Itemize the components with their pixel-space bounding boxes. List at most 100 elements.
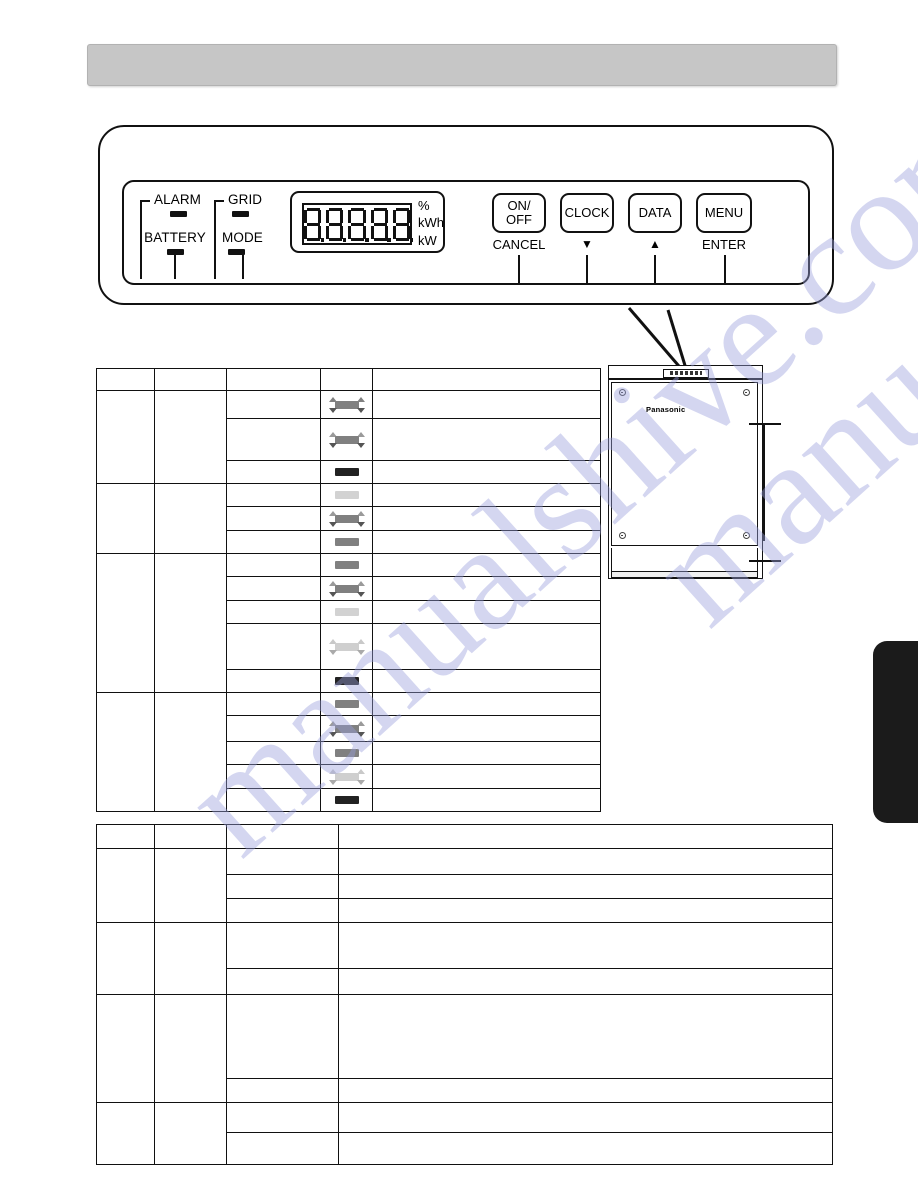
- device-top-cover: [608, 365, 763, 379]
- data-button-label: DATA: [638, 205, 672, 221]
- led-indicator-group: ALARM BATTERY GRID MODE: [138, 192, 278, 279]
- table-cell-condition: [226, 788, 321, 812]
- message-table-body: [96, 824, 833, 1165]
- table-cell-description: [372, 553, 601, 577]
- onoff-leader-vertical: [518, 255, 520, 283]
- table-cell-led-state: [320, 692, 373, 716]
- clock-button[interactable]: CLOCK: [560, 193, 614, 233]
- data-button[interactable]: DATA: [628, 193, 682, 233]
- indicator-battery: BATTERY: [138, 231, 212, 255]
- table-cell-category: [96, 692, 155, 812]
- table-cell-category: [96, 922, 155, 995]
- device-control-panel-strip: [663, 368, 709, 378]
- table-header-cell: [96, 368, 155, 391]
- table-cell-description: [372, 460, 601, 484]
- table-cell-description: [372, 764, 601, 789]
- device-brand-label: Panasonic: [646, 405, 686, 414]
- led-state-blinking-on-icon: [324, 718, 370, 740]
- table-cell-condition: [226, 506, 321, 531]
- table-cell-description: [372, 669, 601, 693]
- table-cell-led-state: [320, 483, 373, 507]
- device-callout-line-bottom: [749, 560, 781, 562]
- table-cell-description: [338, 898, 833, 923]
- alarm-led-icon: [169, 210, 187, 217]
- clock-button-label: CLOCK: [564, 205, 610, 221]
- table-cell-led-state: [320, 506, 373, 531]
- table-cell-condition: [226, 764, 321, 789]
- led-state-on-icon: [324, 554, 370, 576]
- device-front-door: Panasonic: [611, 382, 758, 546]
- table-cell-code: [226, 922, 339, 969]
- table-row: [96, 692, 601, 812]
- led-state-blinking-off-icon: [324, 766, 370, 788]
- table-cell-condition: [226, 530, 321, 554]
- table-cell-description: [338, 1132, 833, 1165]
- table-cell-led-state: [320, 460, 373, 484]
- device-lower-panel: [611, 548, 758, 572]
- table-cell-condition: [226, 600, 321, 624]
- table-row: [96, 553, 601, 693]
- device-callout-bracket: [763, 423, 765, 541]
- table-header-cell: [372, 368, 601, 391]
- table-cell-led-state: [320, 764, 373, 789]
- table-cell-category: [96, 390, 155, 484]
- message-table: [96, 824, 833, 1165]
- table-cell-category: [96, 483, 155, 554]
- led-state-dark-icon: [324, 461, 370, 483]
- table-cell-description: [338, 922, 833, 969]
- screw-icon: [743, 532, 750, 539]
- seven-segment-digit: [392, 207, 414, 242]
- table-cell-led-state: [320, 390, 373, 419]
- data-leader-vertical: [654, 255, 656, 283]
- battery-leader-vertical: [174, 255, 176, 279]
- indicator-mode: MODE: [220, 231, 278, 255]
- table-header-cell: [154, 368, 227, 391]
- seven-segment-digit: [326, 207, 347, 242]
- section-header-title: [88, 45, 836, 65]
- table-header-row: [96, 824, 833, 849]
- table-cell-category: [96, 553, 155, 693]
- led-state-blinking-on-icon: [324, 508, 370, 530]
- table-header-cell: [338, 824, 833, 849]
- page-section-tab: [873, 641, 918, 823]
- grid-led-icon: [232, 210, 249, 217]
- table-cell-description: [372, 600, 601, 624]
- table-cell-code: [226, 848, 339, 875]
- onoff-button-line2: OFF: [506, 212, 532, 227]
- led-state-blinking-off-icon: [324, 636, 370, 658]
- table-cell-led-state: [320, 623, 373, 670]
- onoff-button[interactable]: ON/ OFF: [492, 193, 546, 233]
- table-cell-condition: [226, 553, 321, 577]
- table-cell-condition: [226, 741, 321, 765]
- table-cell-subcategory: [154, 1102, 227, 1165]
- table-header-cell: [226, 368, 321, 391]
- table-cell-code: [226, 1132, 339, 1165]
- grid-leader-vertical: [214, 200, 216, 279]
- table-cell-subcategory: [154, 994, 227, 1103]
- table-cell-category: [96, 994, 155, 1103]
- menu-button[interactable]: MENU: [696, 193, 752, 233]
- table-cell-description: [338, 994, 833, 1079]
- table-cell-description: [372, 623, 601, 670]
- table-cell-condition: [226, 623, 321, 670]
- table-header-cell: [320, 368, 373, 391]
- led-state-on-icon: [324, 531, 370, 553]
- table-cell-code: [226, 968, 339, 995]
- device-illustration: Panasonic: [608, 365, 828, 597]
- table-row: [96, 1102, 833, 1165]
- table-cell-description: [338, 1102, 833, 1133]
- mode-leader-vertical: [242, 255, 244, 279]
- indicator-alarm: ALARM: [146, 193, 210, 217]
- table-cell-led-state: [320, 669, 373, 693]
- table-cell-category: [96, 848, 155, 923]
- table-cell-description: [372, 483, 601, 507]
- mode-led-icon: [228, 248, 245, 255]
- table-cell-led-state: [320, 418, 373, 461]
- table-cell-condition: [226, 483, 321, 507]
- indicator-grid-label: GRID: [228, 192, 263, 207]
- table-header-row: [96, 368, 601, 391]
- data-button-sublabel: ▲: [649, 237, 661, 251]
- seven-segment-display: [302, 203, 414, 245]
- table-cell-description: [372, 390, 601, 419]
- clock-leader-vertical: [586, 255, 588, 283]
